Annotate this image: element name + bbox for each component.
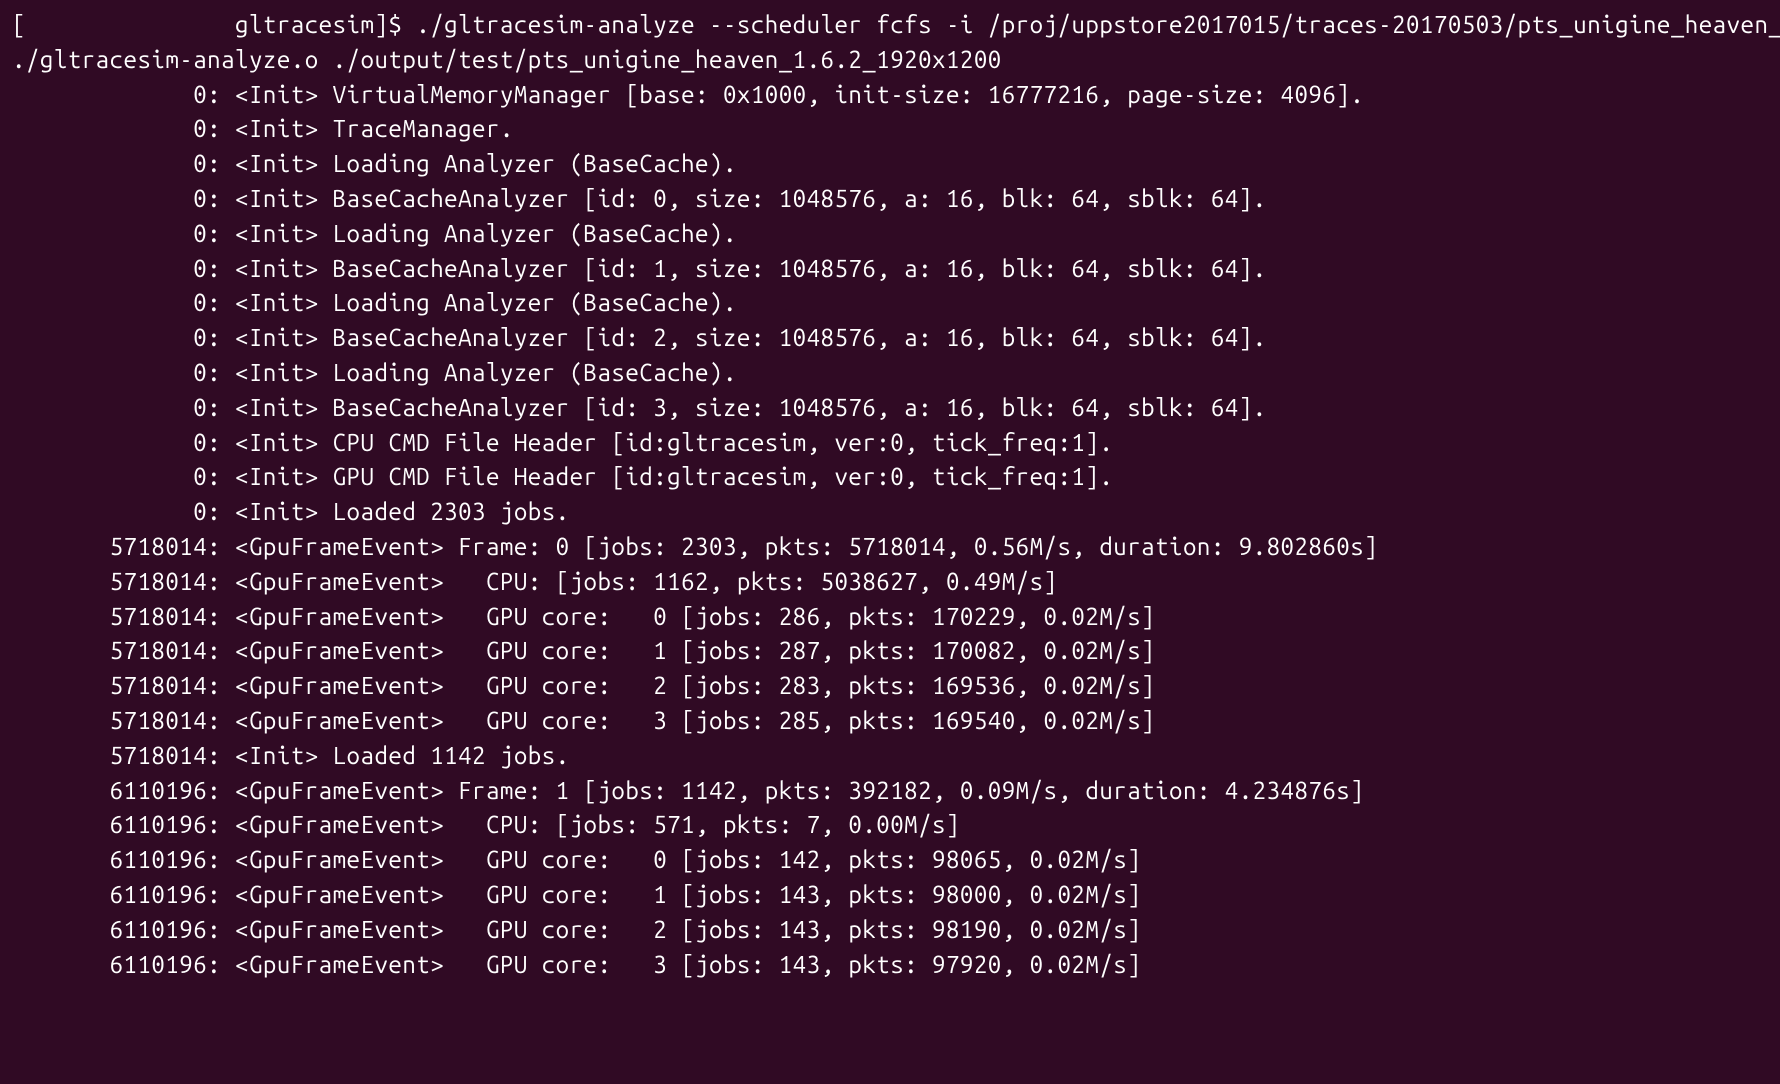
output-line: 0: <Init> BaseCacheAnalyzer [id: 3, size… xyxy=(12,394,1267,421)
output-line: 5718014: <GpuFrameEvent> GPU core: 0 [jo… xyxy=(12,603,1155,630)
output-line: 0: <Init> BaseCacheAnalyzer [id: 1, size… xyxy=(12,255,1267,282)
output-line: 6110196: <GpuFrameEvent> Frame: 1 [jobs:… xyxy=(12,777,1364,804)
output-line: 0: <Init> TraceManager. xyxy=(12,115,514,142)
command-text: ./gltracesim-analyze --scheduler fcfs -i… xyxy=(416,11,1780,38)
terminal-window[interactable]: [ gltracesim]$ ./gltracesim-analyze --sc… xyxy=(0,0,1780,990)
output-line: 5718014: <GpuFrameEvent> CPU: [jobs: 116… xyxy=(12,568,1058,595)
output-line: 0: <Init> BaseCacheAnalyzer [id: 0, size… xyxy=(12,185,1267,212)
output-line: 5718014: <GpuFrameEvent> GPU core: 3 [jo… xyxy=(12,707,1155,734)
output-line: 6110196: <GpuFrameEvent> GPU core: 2 [jo… xyxy=(12,916,1141,943)
output-line: 6110196: <GpuFrameEvent> GPU core: 1 [jo… xyxy=(12,881,1141,908)
shell-prompt: [ gltracesim]$ xyxy=(12,11,416,38)
output-line: 0: <Init> GPU CMD File Header [id:gltrac… xyxy=(12,463,1113,490)
output-line: 0: <Init> Loading Analyzer (BaseCache). xyxy=(12,359,737,386)
output-line: 0: <Init> BaseCacheAnalyzer [id: 2, size… xyxy=(12,324,1267,351)
output-line: 0: <Init> Loading Analyzer (BaseCache). xyxy=(12,220,737,247)
output-line: 5718014: <GpuFrameEvent> Frame: 0 [jobs:… xyxy=(12,533,1378,560)
output-line: 6110196: <GpuFrameEvent> GPU core: 0 [jo… xyxy=(12,846,1141,873)
output-line: 5718014: <GpuFrameEvent> GPU core: 2 [jo… xyxy=(12,672,1155,699)
output-line: ./gltracesim-analyze.o ./output/test/pts… xyxy=(12,46,1002,73)
output-line: 0: <Init> Loading Analyzer (BaseCache). xyxy=(12,150,737,177)
output-line: 5718014: <Init> Loaded 1142 jobs. xyxy=(12,742,570,769)
output-line: 5718014: <GpuFrameEvent> GPU core: 1 [jo… xyxy=(12,637,1155,664)
output-line: 0: <Init> Loading Analyzer (BaseCache). xyxy=(12,289,737,316)
output-line: 0: <Init> VirtualMemoryManager [base: 0x… xyxy=(12,81,1364,108)
output-line: 0: <Init> CPU CMD File Header [id:gltrac… xyxy=(12,429,1113,456)
output-line: 6110196: <GpuFrameEvent> CPU: [jobs: 571… xyxy=(12,811,960,838)
output-line: 0: <Init> Loaded 2303 jobs. xyxy=(12,498,570,525)
output-line: 6110196: <GpuFrameEvent> GPU core: 3 [jo… xyxy=(12,951,1141,978)
